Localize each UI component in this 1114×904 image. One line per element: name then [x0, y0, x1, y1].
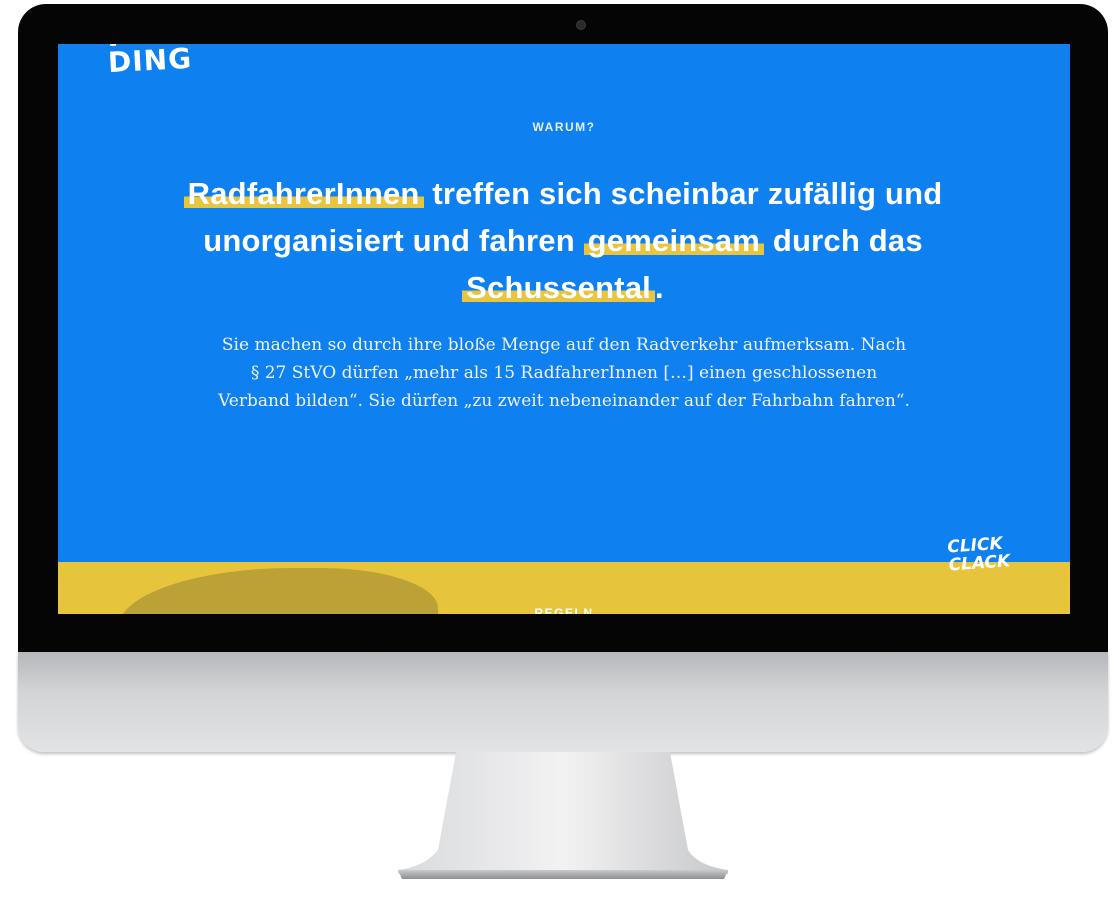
- headline-highlight-schussental: Schussental: [462, 270, 655, 305]
- section-body: Sie machen so durch ihre bloße Menge auf…: [218, 335, 910, 411]
- headline-text-3: .: [655, 270, 664, 305]
- monitor-chin: [18, 652, 1108, 752]
- next-section-label: REGELN: [534, 606, 594, 614]
- section-eyebrow: WARUM?: [532, 120, 596, 134]
- camera-icon: [576, 20, 586, 30]
- monitor-stand: [398, 752, 728, 879]
- headline-highlight-radfahrerinnen: RadfahrerInnen: [183, 176, 424, 211]
- headline-highlight-gemeinsam: gemeinsam: [583, 223, 765, 258]
- site-logo[interactable]: DING: [107, 44, 193, 79]
- section-headline: RadfahrerInnen treffen sich scheinbar zu…: [148, 170, 978, 311]
- click-clack-logo[interactable]: CLICK CLACK: [947, 534, 1021, 576]
- website-screen[interactable]: DING WARUM? RadfahrerInnen treffen sich …: [58, 44, 1070, 614]
- headline-text-2: durch das: [764, 223, 923, 258]
